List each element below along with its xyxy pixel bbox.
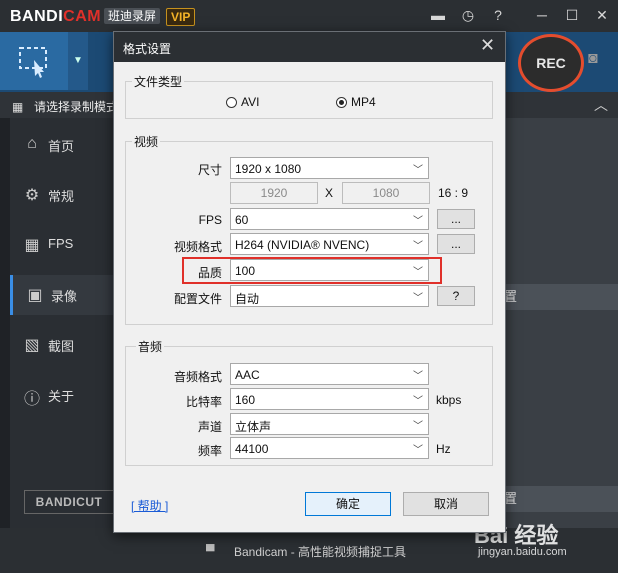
- minimize-icon[interactable]: ─: [532, 5, 552, 25]
- screen-mode-button[interactable]: [0, 32, 68, 90]
- frequency-unit: Hz: [436, 442, 451, 456]
- help-link[interactable]: [ 帮助 ]: [131, 497, 168, 514]
- codec-more-button[interactable]: ...: [437, 234, 475, 254]
- chevron-down-icon: ﹀: [413, 396, 423, 407]
- size-x-label: X: [325, 186, 334, 200]
- frequency-select[interactable]: 44100 ﹀: [230, 437, 429, 459]
- sidebar-item-home[interactable]: ⌂ 首页: [10, 125, 114, 165]
- chevron-down-icon: ﹀: [413, 241, 423, 252]
- settings-button[interactable]: 置: [500, 284, 618, 310]
- fps-more-button[interactable]: ...: [437, 209, 475, 229]
- sidebar-item-screenshot[interactable]: ▧ 截图: [10, 325, 114, 365]
- gear-icon: ⚙: [24, 187, 40, 204]
- image-icon: ▧: [24, 337, 40, 354]
- chevron-down-icon: ﹀: [413, 445, 423, 456]
- profile-label: 配置文件: [173, 292, 222, 306]
- channel-label: 声道: [197, 420, 222, 434]
- chevron-down-icon: ﹀: [413, 371, 423, 382]
- dialog-title: 格式设置: [123, 42, 172, 56]
- radio-avi-label: AVI: [241, 95, 260, 109]
- camera-icon[interactable]: ◙: [588, 50, 598, 68]
- radio-mp4[interactable]: [336, 97, 347, 108]
- bitrate-label: 比特率: [185, 395, 222, 409]
- chat-icon: ▀: [206, 544, 215, 558]
- size-label: 尺寸: [197, 163, 222, 177]
- audio-group-title: 音频: [136, 338, 165, 355]
- aspect-ratio: 16 : 9: [438, 186, 469, 200]
- clock-icon[interactable]: ◷: [458, 5, 478, 25]
- radio-avi[interactable]: [226, 97, 237, 108]
- fps-label: FPS: [198, 213, 222, 227]
- maximize-icon[interactable]: ☐: [562, 5, 582, 25]
- channel-select[interactable]: 立体声 ﹀: [230, 413, 429, 435]
- grid-icon: ▦: [12, 100, 24, 114]
- home-icon: ⌂: [27, 135, 37, 152]
- fps-icon: ▦: [24, 237, 40, 254]
- chevron-down-icon: ﹀: [413, 421, 423, 432]
- dialog-close-icon[interactable]: ✕: [480, 35, 495, 56]
- help-icon[interactable]: ?: [488, 5, 508, 25]
- bitrate-unit: kbps: [436, 393, 462, 407]
- radio-mp4-label: MP4: [351, 95, 376, 109]
- brand-name-cn: 班迪录屏: [104, 8, 161, 24]
- mode-label: 请选择录制模式: [34, 100, 119, 114]
- vip-badge[interactable]: VIP: [166, 8, 196, 26]
- sidebar-item-general[interactable]: ⚙ 常规: [10, 175, 114, 215]
- settings-panel: [500, 118, 618, 528]
- footer-text: Bandicam - 高性能视频捕捉工具: [234, 545, 407, 559]
- folder-icon[interactable]: ▬: [428, 5, 448, 25]
- ok-button[interactable]: 确定: [305, 492, 391, 516]
- codec-label: 视频格式: [173, 240, 222, 254]
- codec-select[interactable]: H264 (NVIDIA® NVENC) ﹀: [230, 233, 429, 255]
- bitrate-select[interactable]: 160 ﹀: [230, 388, 429, 410]
- fps-select[interactable]: 60 ﹀: [230, 208, 429, 230]
- chevron-down-icon: ﹀: [413, 165, 423, 176]
- width-input[interactable]: 1920: [230, 182, 318, 204]
- dialog-titlebar: 格式设置 ✕: [114, 32, 505, 62]
- cancel-button[interactable]: 取消: [403, 492, 489, 516]
- quality-highlight-box: [182, 257, 442, 284]
- screen-select-icon: [19, 47, 47, 78]
- video-group-title: 视频: [132, 133, 161, 150]
- sidebar-item-fps[interactable]: ▦ FPS: [10, 225, 114, 265]
- video-settings-icon: ▣: [27, 287, 43, 304]
- chevron-down-icon: ﹀: [413, 216, 423, 227]
- file-type-title: 文件类型: [132, 73, 185, 90]
- profile-select[interactable]: 自动 ﹀: [230, 285, 429, 307]
- height-input[interactable]: 1080: [342, 182, 430, 204]
- sidebar-item-video[interactable]: ▣ 录像: [10, 275, 117, 315]
- profile-help-button[interactable]: ?: [437, 286, 475, 306]
- audio-format-select[interactable]: AAC ﹀: [230, 363, 429, 385]
- frequency-label: 频率: [197, 444, 222, 458]
- info-icon: ⓘ: [23, 391, 40, 408]
- collapse-icon[interactable]: ︿: [594, 95, 608, 115]
- watermark-url: jingyan.baidu.com: [478, 546, 567, 558]
- size-select[interactable]: 1920 x 1080 ﹀: [230, 157, 429, 179]
- bandicut-button[interactable]: BANDICUT: [24, 490, 114, 514]
- mode-dropdown-chevron[interactable]: ▼: [68, 32, 88, 90]
- close-icon[interactable]: ✕: [592, 5, 612, 25]
- sidebar-item-about[interactable]: ⓘ 关于: [10, 375, 114, 415]
- audio-format-label: 音频格式: [173, 370, 222, 384]
- app-titlebar: BANDICAM 班迪录屏 VIP ▬ ◷ ? ─ ☐ ✕: [0, 0, 618, 32]
- chevron-down-icon: ﹀: [413, 293, 423, 304]
- bandicam-logo: BANDICAM: [10, 8, 102, 25]
- settings-button-2[interactable]: 置: [500, 486, 618, 512]
- rec-button[interactable]: REC: [518, 34, 584, 92]
